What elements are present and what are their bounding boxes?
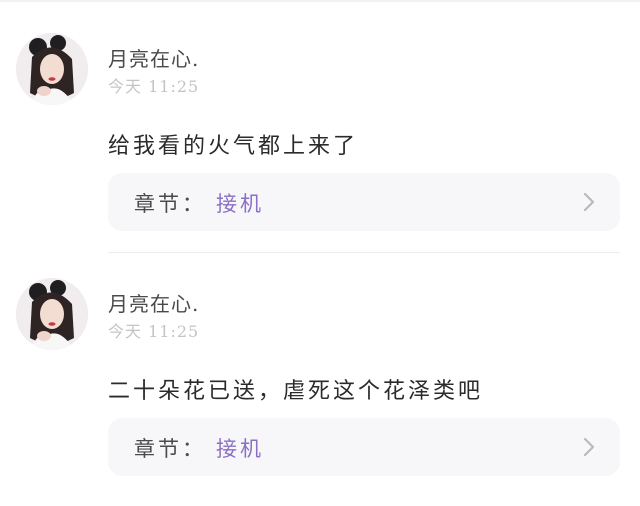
avatar[interactable]: [16, 278, 88, 350]
comment-text: 给我看的火气都上来了: [108, 134, 359, 159]
username[interactable]: 月亮在心.: [108, 288, 199, 317]
chapter-label: 章节：: [134, 192, 206, 216]
chevron-right-icon: [583, 437, 595, 457]
comment-item: 月亮在心. 今天 11:25 二十朵花已送，虐死这个花泽类吧 章节： 接机: [0, 261, 640, 506]
chapter-name: 接机: [216, 437, 264, 461]
comment-divider: [108, 252, 620, 253]
chapter-label: 章节：: [134, 437, 206, 461]
timestamp: 今天 11:25: [108, 322, 200, 341]
timestamp: 今天 11:25: [108, 77, 200, 96]
comment-item: 月亮在心. 今天 11:25 给我看的火气都上来了 章节： 接机: [0, 16, 640, 261]
chapter-name: 接机: [216, 192, 264, 216]
chapter-link[interactable]: 章节： 接机: [108, 418, 620, 476]
chevron-right-icon: [583, 192, 595, 212]
top-divider: [0, 0, 640, 2]
avatar[interactable]: [16, 33, 88, 105]
username[interactable]: 月亮在心.: [108, 43, 199, 72]
chapter-link[interactable]: 章节： 接机: [108, 173, 620, 231]
comment-text: 二十朵花已送，虐死这个花泽类吧: [108, 379, 484, 404]
